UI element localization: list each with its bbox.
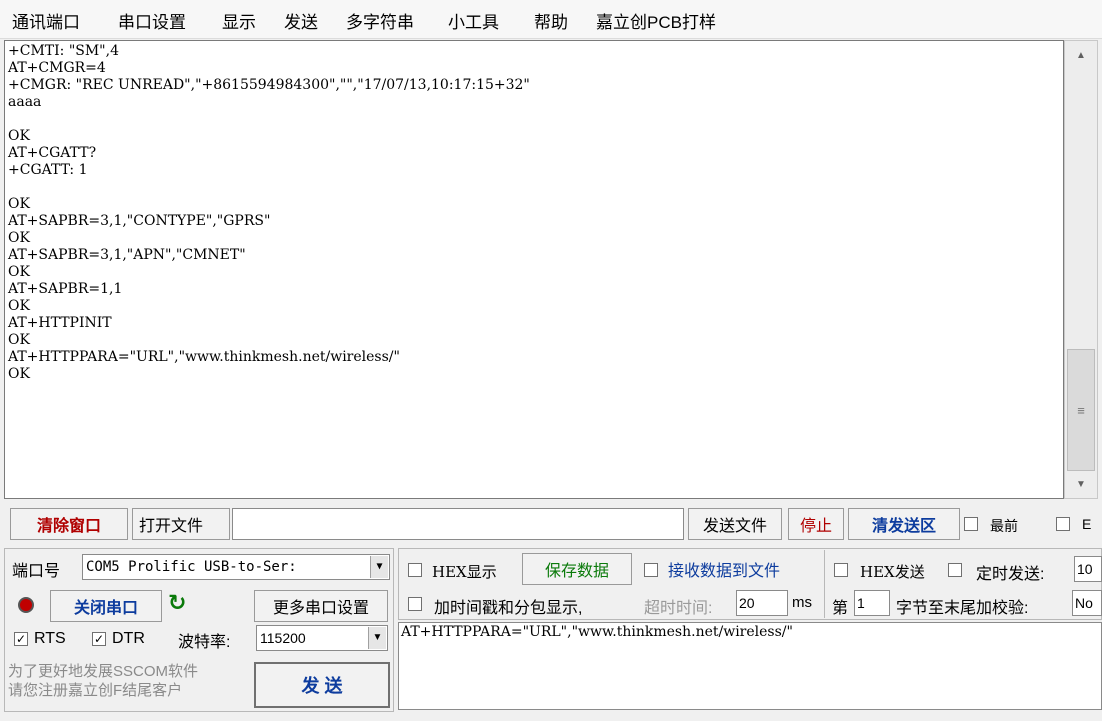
rts-checkbox[interactable]: ✓ (14, 632, 28, 646)
scroll-down-arrow-icon[interactable]: ▼ (1065, 470, 1097, 498)
send-button[interactable]: 发 送 (254, 662, 390, 708)
timeout-label: 超时时间: (644, 600, 713, 617)
timed-send-checkbox[interactable] (948, 563, 962, 577)
promo-text[interactable]: 为了更好地发展SSCOM软件 请您注册嘉立创F结尾客户 (8, 662, 248, 700)
timed-send-label: 定时发送: (976, 566, 1045, 583)
baud-rate-value: 115200 (260, 630, 306, 646)
timeout-input[interactable]: 20 (736, 590, 788, 616)
port-status-light-icon (18, 597, 34, 613)
menu-help[interactable]: 帮助 (534, 8, 568, 33)
byte-index-input[interactable]: 1 (854, 590, 890, 616)
clear-window-button[interactable]: 清除窗口 (10, 508, 128, 540)
checksum-label: 字节至末尾加校验: (896, 600, 1029, 617)
chevron-down-icon[interactable]: ▼ (368, 627, 386, 649)
menu-display[interactable]: 显示 (222, 8, 256, 33)
scroll-thumb[interactable]: ≡ (1067, 349, 1095, 471)
hex-display-checkbox[interactable] (408, 563, 422, 577)
save-data-button[interactable]: 保存数据 (522, 553, 632, 585)
file-path-input[interactable] (232, 508, 684, 540)
timed-send-interval-input[interactable]: 10 (1074, 556, 1102, 582)
menu-comm-port[interactable]: 通讯端口 (12, 8, 80, 33)
dtr-checkbox[interactable]: ✓ (92, 632, 106, 646)
hex-send-checkbox[interactable] (834, 563, 848, 577)
recv-to-file-label[interactable]: 接收数据到文件 (668, 557, 780, 581)
refresh-icon[interactable]: ↻ (168, 590, 186, 616)
menu-jlc-pcb[interactable]: 嘉立创PCB打样 (596, 8, 716, 33)
topmost-label: 最前 (990, 518, 1018, 534)
rts-label: RTS (34, 630, 66, 647)
stop-button[interactable]: 停止 (788, 508, 844, 540)
open-file-button[interactable]: 打开文件 (132, 508, 230, 540)
hex-send-label: HEX发送 (860, 563, 925, 581)
options-divider (824, 550, 825, 618)
topmost-checkbox[interactable] (964, 517, 978, 531)
promo-line-1: 为了更好地发展SSCOM软件 (8, 663, 199, 680)
menu-multi-string[interactable]: 多字符串 (346, 8, 414, 33)
baud-rate-select[interactable]: 115200 ▼ (256, 625, 388, 651)
close-port-button[interactable]: 关闭串口 (50, 590, 162, 622)
port-number-label: 端口号 (12, 563, 61, 580)
menu-tools[interactable]: 小工具 (448, 8, 499, 33)
timeout-unit-label: ms (792, 594, 812, 611)
send-file-button[interactable]: 发送文件 (688, 508, 782, 540)
receive-area[interactable]: +CMTI: "SM",4 AT+CMGR=4 +CMGR: "REC UNRE… (4, 40, 1064, 499)
menu-send[interactable]: 发送 (284, 8, 318, 33)
menu-bar: 通讯端口 串口设置 显示 发送 多字符串 小工具 帮助 嘉立创PCB打样 (0, 0, 1102, 39)
e-checkbox[interactable] (1056, 517, 1070, 531)
timestamp-label: 加时间戳和分包显示, (434, 600, 583, 617)
chevron-down-icon[interactable]: ▼ (370, 556, 388, 578)
recv-to-file-checkbox[interactable] (644, 563, 658, 577)
checksum-select[interactable]: No (1072, 590, 1102, 616)
receive-text: +CMTI: "SM",4 AT+CMGR=4 +CMGR: "REC UNRE… (8, 43, 530, 382)
receive-scrollbar[interactable]: ▲ ≡ ▼ (1064, 40, 1098, 499)
more-serial-settings-button[interactable]: 更多串口设置 (254, 590, 388, 622)
byte-index-prefix: 第 (832, 600, 849, 617)
port-select-value: COM5 Prolific USB-to-Ser: (86, 559, 297, 575)
send-input-area[interactable]: AT+HTTPPARA="URL","www.thinkmesh.net/wir… (398, 622, 1102, 710)
baud-rate-label: 波特率: (178, 634, 231, 651)
port-select[interactable]: COM5 Prolific USB-to-Ser: ▼ (82, 554, 390, 580)
send-text: AT+HTTPPARA="URL","www.thinkmesh.net/wir… (401, 624, 793, 640)
clear-send-button[interactable]: 清发送区 (848, 508, 960, 540)
timestamp-checkbox[interactable] (408, 597, 422, 611)
menu-serial-settings[interactable]: 串口设置 (118, 8, 186, 33)
scroll-up-arrow-icon[interactable]: ▲ (1065, 41, 1097, 69)
hex-display-label: HEX显示 (432, 563, 497, 581)
e-label: E (1082, 516, 1092, 532)
dtr-label: DTR (112, 630, 145, 647)
promo-line-2: 请您注册嘉立创F结尾客户 (8, 682, 183, 699)
